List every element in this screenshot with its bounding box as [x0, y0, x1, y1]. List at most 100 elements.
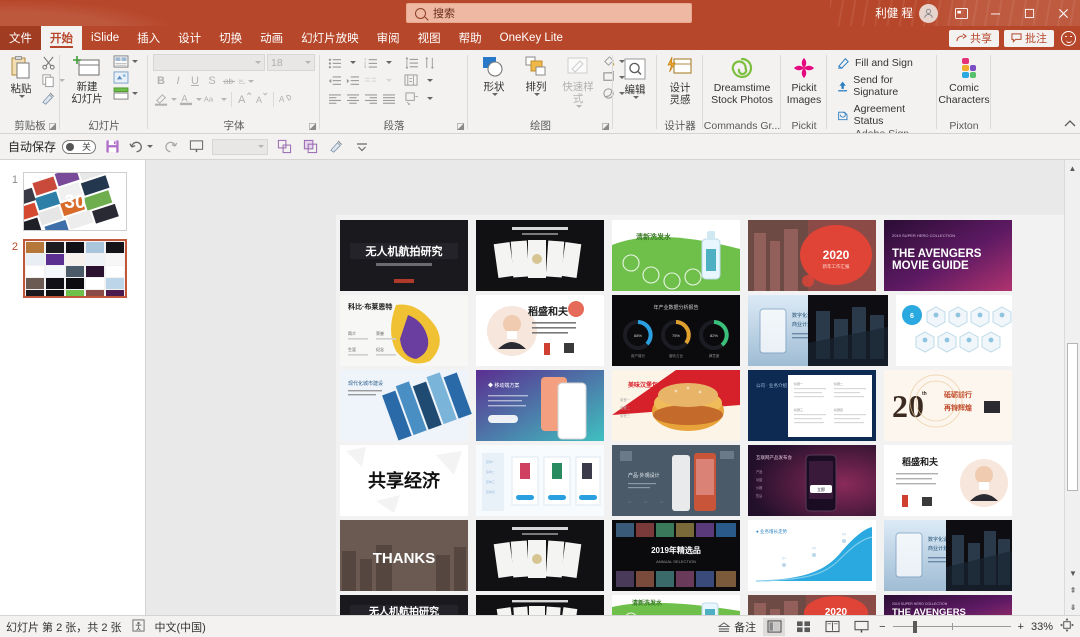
- font-name-combobox[interactable]: [153, 54, 265, 71]
- chevron-down-icon[interactable]: [258, 145, 265, 148]
- smartart-convert-button[interactable]: [403, 73, 420, 89]
- fit-to-window-button[interactable]: [1060, 618, 1074, 635]
- share-button[interactable]: 共享: [949, 29, 999, 47]
- convert-dropdown[interactable]: [421, 91, 438, 107]
- slideshow-view-button[interactable]: [850, 618, 872, 636]
- chevron-down-icon[interactable]: [533, 93, 540, 97]
- paragraph-dialog-launcher[interactable]: ◪: [456, 122, 465, 131]
- chevron-down-icon[interactable]: [350, 61, 356, 64]
- align-left-button[interactable]: [326, 91, 343, 107]
- scroll-down-button[interactable]: ▼: [1065, 565, 1080, 581]
- start-from-beginning-button[interactable]: [186, 137, 206, 157]
- pickit-images-button[interactable]: Pickit Images: [784, 54, 824, 108]
- shadow-button[interactable]: S: [204, 73, 220, 89]
- slide-counter[interactable]: 幻灯片 第 2 张，共 2 张: [6, 619, 122, 635]
- scroll-up-button[interactable]: ▲: [1064, 160, 1080, 176]
- ribbon-collapse-button[interactable]: [1064, 119, 1076, 131]
- editing-button[interactable]: 编辑: [615, 56, 655, 101]
- chevron-down-icon[interactable]: [632, 96, 639, 100]
- align-center-button[interactable]: [344, 91, 361, 107]
- chevron-down-icon[interactable]: [427, 97, 433, 100]
- comments-button[interactable]: 批注: [1004, 29, 1054, 47]
- chevron-down-icon[interactable]: [171, 97, 177, 101]
- tab-onekey-lite[interactable]: OneKey Lite: [491, 26, 572, 50]
- justify-button[interactable]: [380, 91, 397, 107]
- normal-view-button[interactable]: [763, 617, 786, 636]
- slide-sorter-button[interactable]: [792, 618, 814, 636]
- tab-view[interactable]: 视图: [409, 26, 450, 50]
- language-indicator[interactable]: 中文(中国): [155, 619, 206, 635]
- section-button[interactable]: [111, 86, 140, 101]
- columns-button[interactable]: [362, 73, 379, 89]
- bullets-button[interactable]: [326, 55, 343, 71]
- comic-characters-button[interactable]: Comic Characters: [938, 54, 990, 108]
- new-slide-button[interactable]: 新建 幻灯片: [65, 53, 109, 107]
- clear-formatting-button[interactable]: A: [278, 91, 294, 107]
- slide-thumbnail-2[interactable]: 2: [0, 235, 145, 302]
- slide-canvas[interactable]: 无人机航拍研究 清新洗发水 2020 新年工作汇报 2019 SUPER HER…: [146, 160, 1080, 615]
- vertical-scrollbar[interactable]: ▲ ▼ ⇞ ⇟: [1064, 160, 1080, 615]
- format-painter-qat-button[interactable]: [326, 137, 346, 157]
- chevron-down-icon[interactable]: [132, 92, 138, 95]
- align-right-button[interactable]: [362, 91, 379, 107]
- send-for-signature-button[interactable]: Send for Signature: [835, 73, 931, 99]
- tab-transitions[interactable]: 切换: [210, 26, 251, 50]
- zoom-level-label[interactable]: 33%: [1031, 621, 1053, 633]
- increase-indent-button[interactable]: [344, 73, 361, 89]
- text-highlight-button[interactable]: [153, 91, 169, 107]
- accessibility-check-icon[interactable]: [131, 618, 145, 635]
- text-direction-button[interactable]: [403, 91, 420, 107]
- clipboard-dialog-launcher[interactable]: ◪: [48, 122, 57, 131]
- customize-qat-button[interactable]: [352, 137, 372, 157]
- text-align-vertical-button[interactable]: [421, 55, 438, 71]
- bullets-dropdown[interactable]: [344, 55, 361, 71]
- search-box[interactable]: 搜索: [406, 3, 692, 23]
- strikethrough-button[interactable]: ab: [221, 73, 237, 89]
- character-spacing-button[interactable]: AV: [238, 73, 254, 89]
- tab-review[interactable]: 审阅: [368, 26, 409, 50]
- chevron-down-icon[interactable]: [196, 97, 202, 101]
- numbering-dropdown[interactable]: [380, 55, 397, 71]
- chevron-down-icon[interactable]: [305, 61, 311, 64]
- underline-button[interactable]: U: [187, 73, 203, 89]
- tab-animations[interactable]: 动画: [251, 26, 292, 50]
- slide-thumbnail-2-image[interactable]: [23, 239, 127, 298]
- tab-help[interactable]: 帮助: [450, 26, 491, 50]
- notes-button[interactable]: 备注: [717, 619, 756, 635]
- change-case-button[interactable]: Aa: [203, 91, 219, 107]
- zoom-slider[interactable]: [892, 618, 1011, 636]
- minimize-button[interactable]: [978, 0, 1012, 26]
- zoom-in-button[interactable]: +: [1018, 621, 1024, 633]
- group-objects-button[interactable]: [274, 137, 294, 157]
- account-area[interactable]: 利健 程: [875, 3, 944, 23]
- font-size-combobox[interactable]: 18: [267, 54, 315, 71]
- close-button[interactable]: [1046, 0, 1080, 26]
- next-slide-button[interactable]: ⇟: [1065, 599, 1080, 615]
- avatar[interactable]: [919, 3, 938, 23]
- zoom-slider-handle[interactable]: [912, 620, 917, 633]
- reset-button[interactable]: [111, 70, 140, 85]
- tab-islide[interactable]: iSlide: [82, 26, 128, 50]
- numbering-button[interactable]: 123: [362, 55, 379, 71]
- tab-file[interactable]: 文件: [0, 26, 41, 50]
- bring-to-front-button[interactable]: [300, 137, 320, 157]
- align-text-dropdown[interactable]: [421, 73, 438, 89]
- ribbon-display-options-button[interactable]: [944, 0, 978, 26]
- quick-styles-button[interactable]: 快速样式: [558, 53, 598, 110]
- grow-font-button[interactable]: A: [236, 91, 252, 107]
- smiley-face-icon[interactable]: [1061, 30, 1076, 46]
- decrease-indent-button[interactable]: [326, 73, 343, 89]
- chevron-down-icon[interactable]: [491, 93, 498, 97]
- design-ideas-button[interactable]: 设计 灵感: [660, 54, 700, 108]
- undo-button[interactable]: [128, 137, 154, 157]
- paste-button[interactable]: 粘贴: [5, 53, 37, 100]
- current-slide[interactable]: 无人机航拍研究 清新洗发水 2020 新年工作汇报 2019 SUPER HER…: [336, 215, 1080, 615]
- chevron-down-icon[interactable]: [132, 60, 138, 63]
- chevron-down-icon[interactable]: [255, 61, 261, 64]
- previous-slide-button[interactable]: ⇞: [1065, 582, 1080, 598]
- chevron-down-icon[interactable]: [427, 79, 433, 82]
- slide-thumbnail-1-image[interactable]: 30: [23, 172, 127, 231]
- chevron-down-icon[interactable]: [221, 97, 227, 101]
- chevron-down-icon[interactable]: [18, 95, 25, 99]
- slide-thumbnail-1[interactable]: 1 30: [0, 168, 145, 235]
